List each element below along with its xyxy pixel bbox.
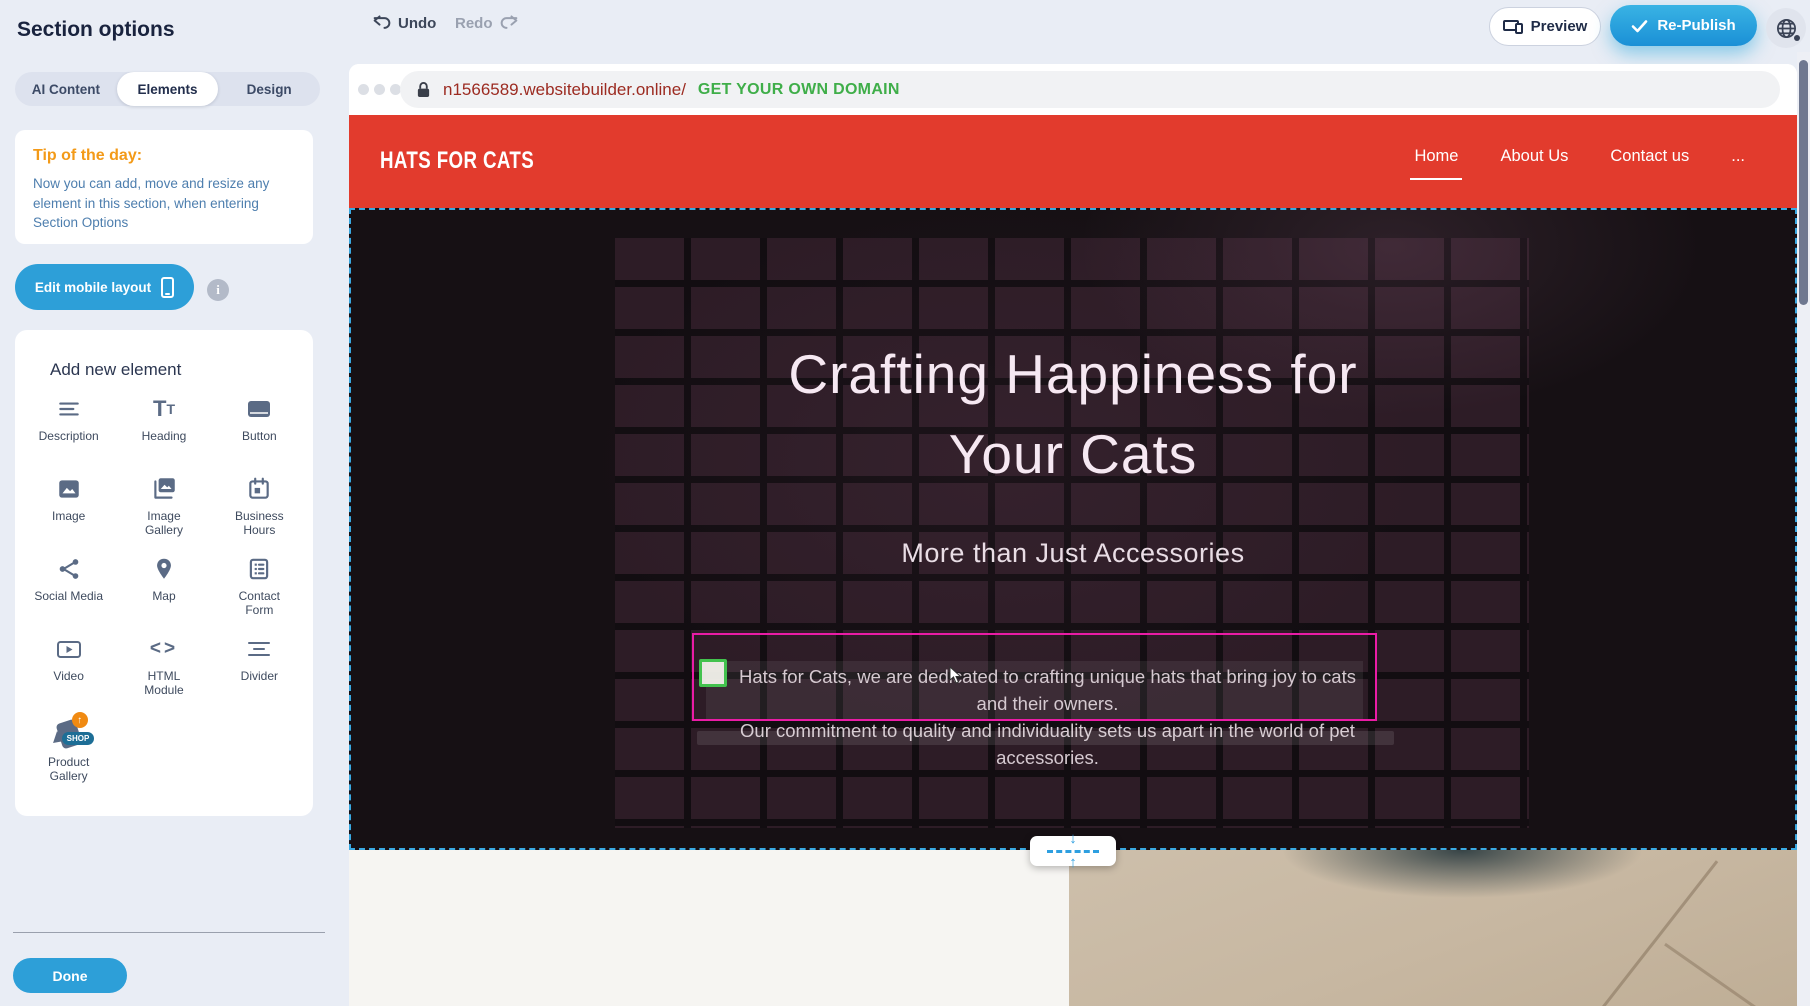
add-element-title: Add new element (50, 360, 181, 380)
element-map[interactable]: Map (116, 554, 211, 620)
next-section-left[interactable] (349, 850, 1069, 1006)
resize-dashed-line (1047, 850, 1099, 853)
lock-icon (416, 81, 431, 99)
get-your-own-domain-link[interactable]: GET YOUR OWN DOMAIN (698, 81, 900, 99)
done-button[interactable]: Done (13, 958, 127, 993)
element-button[interactable]: Button (212, 394, 307, 460)
check-icon (1631, 19, 1648, 33)
image-gallery-icon (150, 474, 178, 504)
element-html-module[interactable]: <> HTML Module (116, 634, 211, 700)
add-element-grid: Description TT Heading Button Image (21, 394, 307, 783)
element-contact-form[interactable]: Contact Form (212, 554, 307, 620)
website-builder-app: Section options AI Content Elements Desi… (0, 0, 1810, 1006)
arrow-down-icon: ↓ (1069, 834, 1077, 844)
tab-elements[interactable]: Elements (117, 72, 219, 106)
site-logo[interactable]: HATS FOR CATS (380, 147, 534, 175)
mobile-phone-icon (161, 277, 174, 298)
edit-mobile-layout-label: Edit mobile layout (35, 280, 151, 295)
tip-body: Now you can add, move and resize any ele… (33, 174, 295, 233)
hero-section[interactable]: Crafting Happiness for Your Cats More th… (349, 208, 1797, 850)
element-shadow-bar (697, 731, 1394, 745)
nav-about-us[interactable]: About Us (1500, 147, 1568, 170)
element-selection-handle[interactable] (699, 659, 727, 687)
image-icon (56, 474, 82, 504)
redo-icon (499, 14, 519, 32)
site-preview-canvas: n1566589.websitebuilder.online/ GET YOUR… (349, 64, 1797, 1006)
language-globe-button[interactable] (1766, 8, 1806, 48)
republish-button[interactable]: Re-Publish (1610, 5, 1757, 46)
window-control-dots (358, 84, 401, 95)
floor-seam-line (1664, 943, 1797, 1006)
nav-home[interactable]: Home (1414, 147, 1458, 170)
arrow-up-icon: ↑ (1069, 858, 1077, 868)
undo-icon (372, 14, 392, 32)
element-business-hours[interactable]: Business Hours (212, 474, 307, 540)
upgrade-arrow-icon: ↑ (72, 712, 88, 728)
redo-button[interactable]: Redo (455, 14, 519, 32)
button-icon (245, 394, 273, 424)
hero-description-selected[interactable]: Hats for Cats, we are dedicated to craft… (692, 633, 1377, 721)
globe-status-dot (1794, 35, 1800, 41)
browser-bar: n1566589.websitebuilder.online/ GET YOUR… (349, 64, 1797, 115)
site-header: HATS FOR CATS Home About Us Contact us .… (349, 115, 1797, 208)
site-nav: Home About Us Contact us ... (1414, 147, 1745, 170)
element-social-media[interactable]: Social Media (21, 554, 116, 620)
info-icon[interactable]: i (207, 279, 229, 301)
element-divider[interactable]: Divider (212, 634, 307, 700)
hero-subheading[interactable]: More than Just Accessories (349, 538, 1797, 569)
social-media-icon (56, 554, 82, 584)
tab-design[interactable]: Design (218, 72, 320, 106)
page-scrollbar[interactable] (1797, 52, 1810, 1006)
description-icon (56, 394, 82, 424)
element-video[interactable]: Video (21, 634, 116, 700)
element-image[interactable]: Image (21, 474, 116, 540)
product-gallery-icon: ↑ SHOP (50, 714, 88, 750)
element-heading[interactable]: TT Heading (116, 394, 211, 460)
tip-title: Tip of the day: (33, 147, 142, 165)
mouse-cursor (949, 666, 962, 684)
element-description[interactable]: Description (21, 394, 116, 460)
edit-mobile-layout-button[interactable]: Edit mobile layout (15, 264, 194, 310)
add-element-panel: Add new element Description TT Heading B… (15, 330, 313, 816)
shop-badge: SHOP (62, 732, 95, 745)
nav-more[interactable]: ... (1731, 147, 1745, 170)
divider-icon (245, 634, 273, 664)
next-section-image[interactable] (1069, 850, 1797, 1006)
heading-icon: TT (153, 394, 175, 424)
html-module-icon: <> (150, 634, 178, 664)
hero-heading[interactable]: Crafting Happiness for Your Cats (349, 334, 1797, 494)
contact-form-icon (246, 554, 272, 584)
section-resize-handle[interactable]: ↓ ↑ (1030, 836, 1116, 866)
preview-button[interactable]: Preview (1489, 7, 1601, 46)
address-bar[interactable]: n1566589.websitebuilder.online/ GET YOUR… (400, 71, 1780, 108)
page-title: Section options (17, 18, 175, 42)
undo-button[interactable]: Undo (372, 14, 436, 32)
floor-seam-line (1593, 860, 1718, 1006)
scrollbar-thumb[interactable] (1799, 60, 1808, 305)
devices-icon (1503, 20, 1523, 34)
business-hours-icon (246, 474, 272, 504)
nav-contact-us[interactable]: Contact us (1610, 147, 1689, 170)
element-product-gallery[interactable]: ↑ SHOP Product Gallery (21, 714, 116, 783)
map-icon (151, 554, 177, 584)
tip-of-the-day-card: Tip of the day: Now you can add, move an… (15, 130, 313, 244)
site-url: n1566589.websitebuilder.online/ (443, 80, 686, 100)
video-icon (55, 634, 83, 664)
sidebar-divider (13, 932, 325, 933)
element-image-gallery[interactable]: Image Gallery (116, 474, 211, 540)
tab-ai-content[interactable]: AI Content (15, 72, 117, 106)
sidebar-tabs: AI Content Elements Design (15, 72, 320, 106)
hero-description-text: Hats for Cats, we are dedicated to craft… (728, 663, 1367, 771)
